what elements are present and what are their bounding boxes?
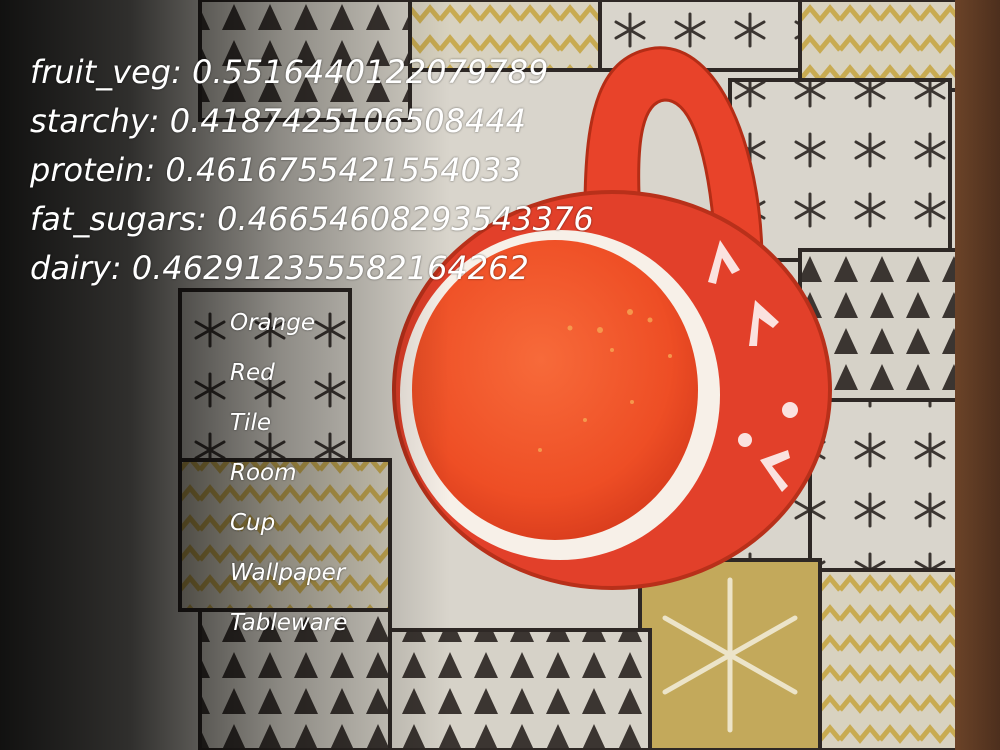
tag-label: Tableware [230, 610, 348, 636]
score-fruit-veg: fruit_veg: 0.5516440122079789 [30, 53, 549, 91]
tag-label: Orange [230, 310, 315, 336]
photo-stage: fruit_veg: 0.5516440122079789 starchy: 0… [0, 0, 1000, 750]
tag-label: Red [230, 360, 275, 386]
tag-label: Wallpaper [230, 560, 346, 586]
score-dairy: dairy: 0.462912355582164262 [30, 249, 529, 287]
image-tag-list: Orange Red Tile Room Cup Wallpaper Table… [230, 298, 347, 648]
tag-label: Tile [230, 410, 271, 436]
score-protein: protein: 0.4616755421554033 [30, 151, 522, 189]
nutrition-score-list: fruit_veg: 0.5516440122079789 starchy: 0… [30, 48, 594, 293]
tag-label: Room [230, 460, 297, 486]
score-starchy: starchy: 0.4187425106508444 [30, 102, 527, 140]
tag-label: Cup [230, 510, 276, 536]
score-fat-sugars: fat_sugars: 0.46654608293543376 [30, 200, 594, 238]
